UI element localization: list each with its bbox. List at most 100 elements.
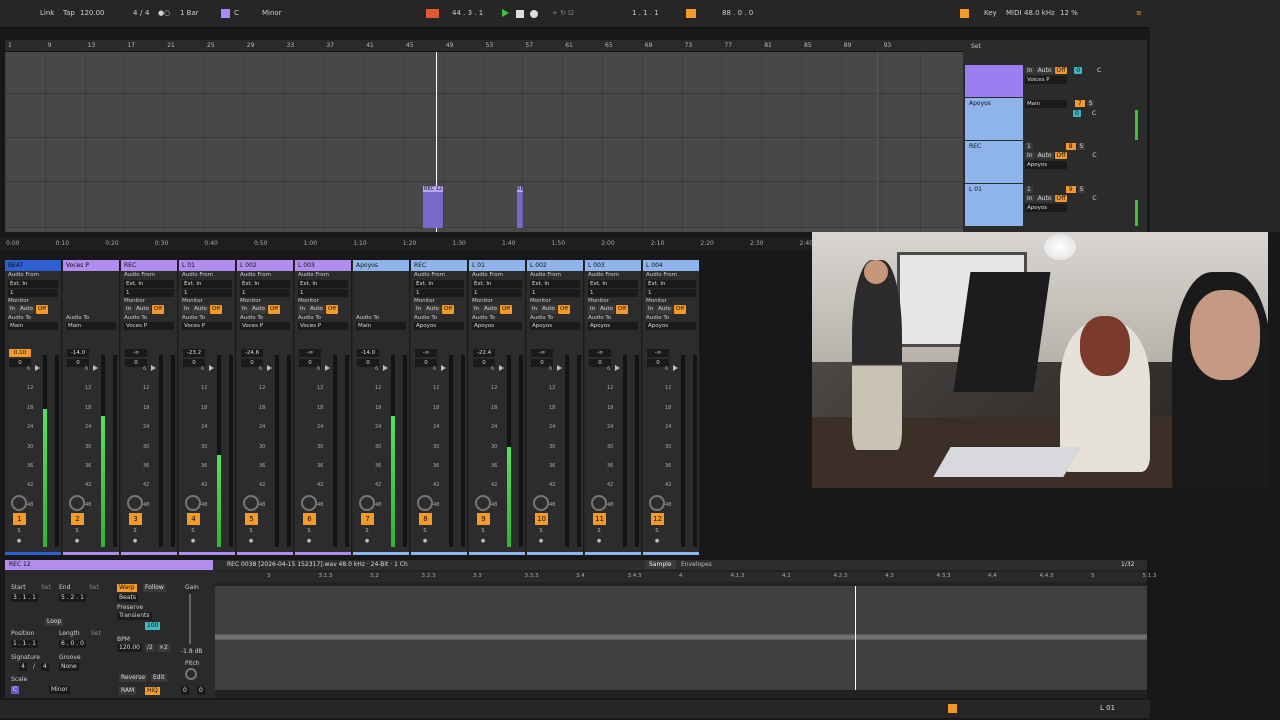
draw-mode-icon[interactable]	[960, 9, 969, 18]
monitor-in[interactable]: In	[530, 305, 540, 314]
track-activator-button[interactable]: 11	[593, 513, 606, 525]
solo-button[interactable]: S	[189, 528, 197, 535]
monitor-auto[interactable]: Auto	[482, 305, 499, 314]
monitor-off[interactable]: Off	[557, 305, 571, 314]
midi-map-button[interactable]: MIDI	[1006, 9, 1022, 17]
bpm-field[interactable]: 120.00	[117, 644, 142, 652]
fader-track[interactable]	[635, 355, 639, 547]
pitch-cents[interactable]: 0	[197, 687, 205, 695]
sample-ruler[interactable]: 3 3.1.3 3.2 3.2.3 3.3 3.3.3 3.4 3.4.3 4 4.1.3 4.2 4…	[215, 572, 1157, 582]
scale-key-select[interactable]: C	[11, 686, 20, 694]
track-pan[interactable]: C	[1092, 152, 1096, 159]
pan-knob[interactable]	[533, 495, 549, 511]
pan-knob[interactable]	[243, 495, 259, 511]
monitor-in[interactable]: In	[124, 305, 134, 314]
fader-track[interactable]	[171, 355, 175, 547]
monitor-in[interactable]: In	[472, 305, 482, 314]
length-set-button[interactable]: Set	[91, 630, 101, 637]
track-input-select[interactable]: Voices P	[1025, 76, 1067, 84]
monitor-off[interactable]: Off	[615, 305, 629, 314]
arm-button[interactable]: ●	[421, 538, 429, 545]
key-map-button[interactable]: Key	[984, 9, 997, 17]
tab-envelopes[interactable]: Envelopes	[681, 561, 712, 568]
loop-start[interactable]: 1 . 1 . 1	[632, 9, 659, 17]
arrangement-view[interactable]: REC 12 RE	[5, 52, 963, 232]
fader-track[interactable]	[461, 355, 465, 547]
monitor-in[interactable]: In	[1025, 152, 1035, 159]
fader-handle[interactable]	[383, 365, 388, 371]
mixer-strip[interactable]: L 002 Audio From Ext. In 1 Monitor In Auto Off A…	[237, 260, 294, 555]
solo-button[interactable]: S	[131, 528, 139, 535]
length-field[interactable]: 6 . 0 . 0	[59, 640, 86, 648]
input-type-select[interactable]: Ext. In	[8, 279, 58, 288]
monitor-in[interactable]: In	[588, 305, 598, 314]
solo-button[interactable]: S	[595, 528, 603, 535]
monitor-in[interactable]: In	[240, 305, 250, 314]
fader-track[interactable]	[113, 355, 117, 547]
input-type-select[interactable]: Ext. In	[240, 279, 290, 288]
track-header[interactable]: Apoyos	[965, 98, 1023, 140]
pitch-knob[interactable]	[185, 668, 197, 680]
monitor-off[interactable]: Off	[499, 305, 513, 314]
solo-button[interactable]: S	[653, 528, 661, 535]
fader-track[interactable]	[55, 355, 59, 547]
input-type-select[interactable]: Ext. In	[124, 279, 174, 288]
output-select[interactable]: Apoyos	[472, 322, 522, 330]
mixer-strip[interactable]: L 01 Audio From Ext. In 1 Monitor In Auto Off Au…	[179, 260, 236, 555]
input-select[interactable]: 1	[1025, 143, 1033, 150]
solo-button[interactable]: S	[247, 528, 255, 535]
input-channel-select[interactable]: 1	[8, 288, 58, 297]
strip-title[interactable]: L 01	[469, 260, 525, 271]
volume-field[interactable]: -∞	[531, 349, 553, 357]
arm-button[interactable]: ●	[73, 538, 81, 545]
monitor-auto[interactable]: Auto	[1035, 195, 1054, 202]
fader-handle[interactable]	[557, 365, 562, 371]
input-type-select[interactable]: Ext. In	[530, 279, 580, 288]
solo-button[interactable]: S	[73, 528, 81, 535]
metronome-button[interactable]: ●○	[158, 9, 170, 17]
output-select[interactable]: Main	[66, 322, 116, 330]
input-type-select[interactable]: Ext. In	[414, 279, 464, 288]
input-channel-select[interactable]: 1	[646, 288, 696, 297]
volume-field[interactable]: -∞	[125, 349, 147, 357]
song-position[interactable]: 44 . 3 . 1	[452, 9, 483, 17]
track-pan[interactable]: C	[1092, 110, 1096, 117]
volume-field[interactable]: -∞	[589, 349, 611, 357]
signature-den[interactable]: 4	[145, 9, 149, 17]
mixer-strip[interactable]: REC Audio From Ext. In 1 Monitor In Auto Off Aud…	[411, 260, 468, 555]
monitor-auto[interactable]: Auto	[250, 305, 267, 314]
fader-track[interactable]	[229, 355, 233, 547]
fader-track[interactable]	[519, 355, 523, 547]
input-type-select[interactable]: Ext. In	[182, 279, 232, 288]
strip-title[interactable]: REC	[121, 260, 177, 271]
fader-handle[interactable]	[615, 365, 620, 371]
overdub-icon[interactable]: + ↻ ⊡	[552, 9, 574, 17]
output-select[interactable]: Apoyos	[646, 322, 696, 330]
monitor-auto[interactable]: Auto	[424, 305, 441, 314]
mixer-strip[interactable]: L 003 Audio From Ext. In 1 Monitor In Auto Off A…	[295, 260, 352, 555]
fader-handle[interactable]	[93, 365, 98, 371]
monitor-off[interactable]: Off	[441, 305, 455, 314]
monitor-auto[interactable]: Auto	[18, 305, 35, 314]
fader-track[interactable]	[403, 355, 407, 547]
fader-track[interactable]	[287, 355, 291, 547]
follow-button[interactable]: Follow	[143, 584, 166, 592]
volume-field[interactable]: -22.4	[473, 349, 495, 357]
clip-sig-num[interactable]: 4	[19, 663, 27, 671]
signature-num[interactable]: 4	[133, 9, 137, 17]
track-output-select[interactable]: Apoyos	[1025, 204, 1067, 212]
track-header[interactable]	[965, 65, 1023, 97]
waveform-display[interactable]	[215, 586, 1147, 690]
track-number[interactable]: 8	[1065, 143, 1076, 150]
fader-handle[interactable]	[209, 365, 214, 371]
arrangement-lane[interactable]	[5, 183, 963, 228]
input-channel-select[interactable]: 1	[414, 288, 464, 297]
status-icon[interactable]	[948, 704, 957, 713]
arrangement-lane[interactable]	[5, 139, 963, 182]
monitor-off[interactable]: Off	[1054, 67, 1068, 74]
start-set-button[interactable]: Set	[41, 584, 51, 591]
fader-handle[interactable]	[325, 365, 330, 371]
track-number[interactable]: 9	[1065, 186, 1076, 193]
groove-select[interactable]: None	[59, 663, 79, 671]
monitor-off[interactable]: Off	[267, 305, 281, 314]
